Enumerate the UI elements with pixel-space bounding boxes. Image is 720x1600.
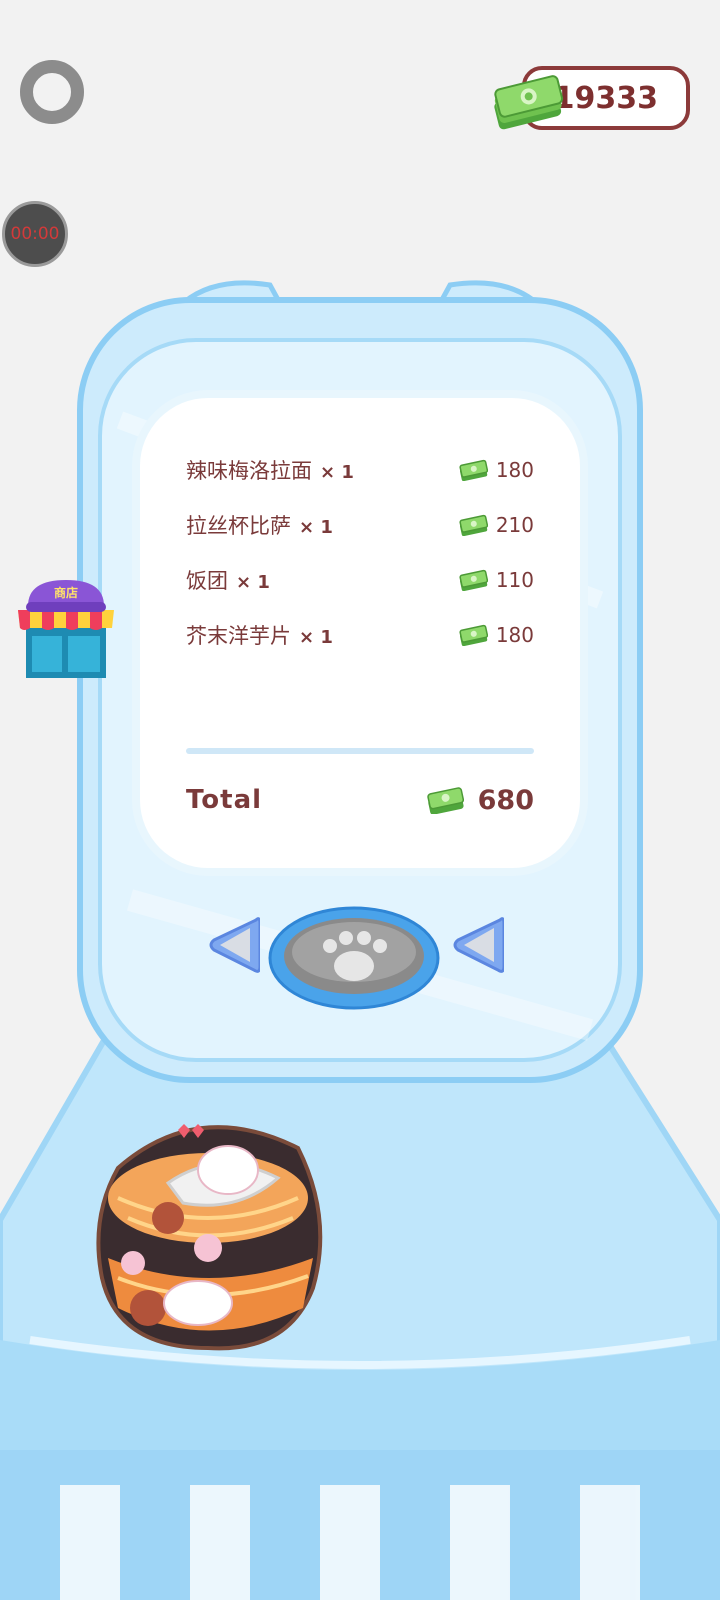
ramen-bowl-icon[interactable]: [88, 1108, 328, 1354]
timer-display: 00:00: [2, 201, 68, 267]
list-item: 辣味梅洛拉面 × 1 180: [186, 450, 534, 490]
item-price: 180: [458, 458, 534, 482]
shop-label: 商店: [53, 585, 78, 600]
item-qty: × 1: [320, 462, 354, 483]
list-item: 拉丝杯比萨 × 1 210: [186, 505, 534, 545]
item-price: 210: [458, 513, 534, 537]
item-name: 拉丝杯比萨 × 1: [186, 514, 333, 538]
cash-icon: [459, 459, 488, 481]
list-item: 芥末洋芋片 × 1 180: [186, 615, 534, 655]
ring-icon[interactable]: [20, 60, 84, 124]
cash-icon: [459, 569, 488, 591]
item-qty: × 1: [299, 517, 333, 538]
total-price: 680: [426, 785, 534, 816]
left-arrow-icon[interactable]: [450, 914, 504, 976]
item-name: 饭团 × 1: [186, 569, 270, 593]
cash-stack-icon: [494, 75, 564, 130]
item-qty: × 1: [299, 627, 333, 648]
item-price: 110: [458, 568, 534, 592]
money-value: 19333: [553, 80, 658, 116]
item-price: 180: [458, 623, 534, 647]
total-label: Total: [186, 785, 263, 815]
cash-icon: [459, 514, 488, 536]
divider: [186, 748, 534, 754]
paw-button[interactable]: [268, 906, 440, 1010]
item-name: 芥末洋芋片 × 1: [186, 624, 333, 648]
list-item: 饭团 × 1 110: [186, 560, 534, 600]
left-arrow-icon[interactable]: [206, 914, 260, 976]
item-name: 辣味梅洛拉面 × 1: [186, 459, 354, 483]
cash-icon: [459, 624, 488, 646]
total-row: Total 680: [186, 778, 534, 822]
receipt-screen: 辣味梅洛拉面 × 1 180 拉丝杯比萨 × 1 210 饭团 × 1 110 芥末洋…: [140, 398, 580, 868]
item-qty: × 1: [236, 572, 270, 593]
cash-icon: [426, 787, 464, 814]
